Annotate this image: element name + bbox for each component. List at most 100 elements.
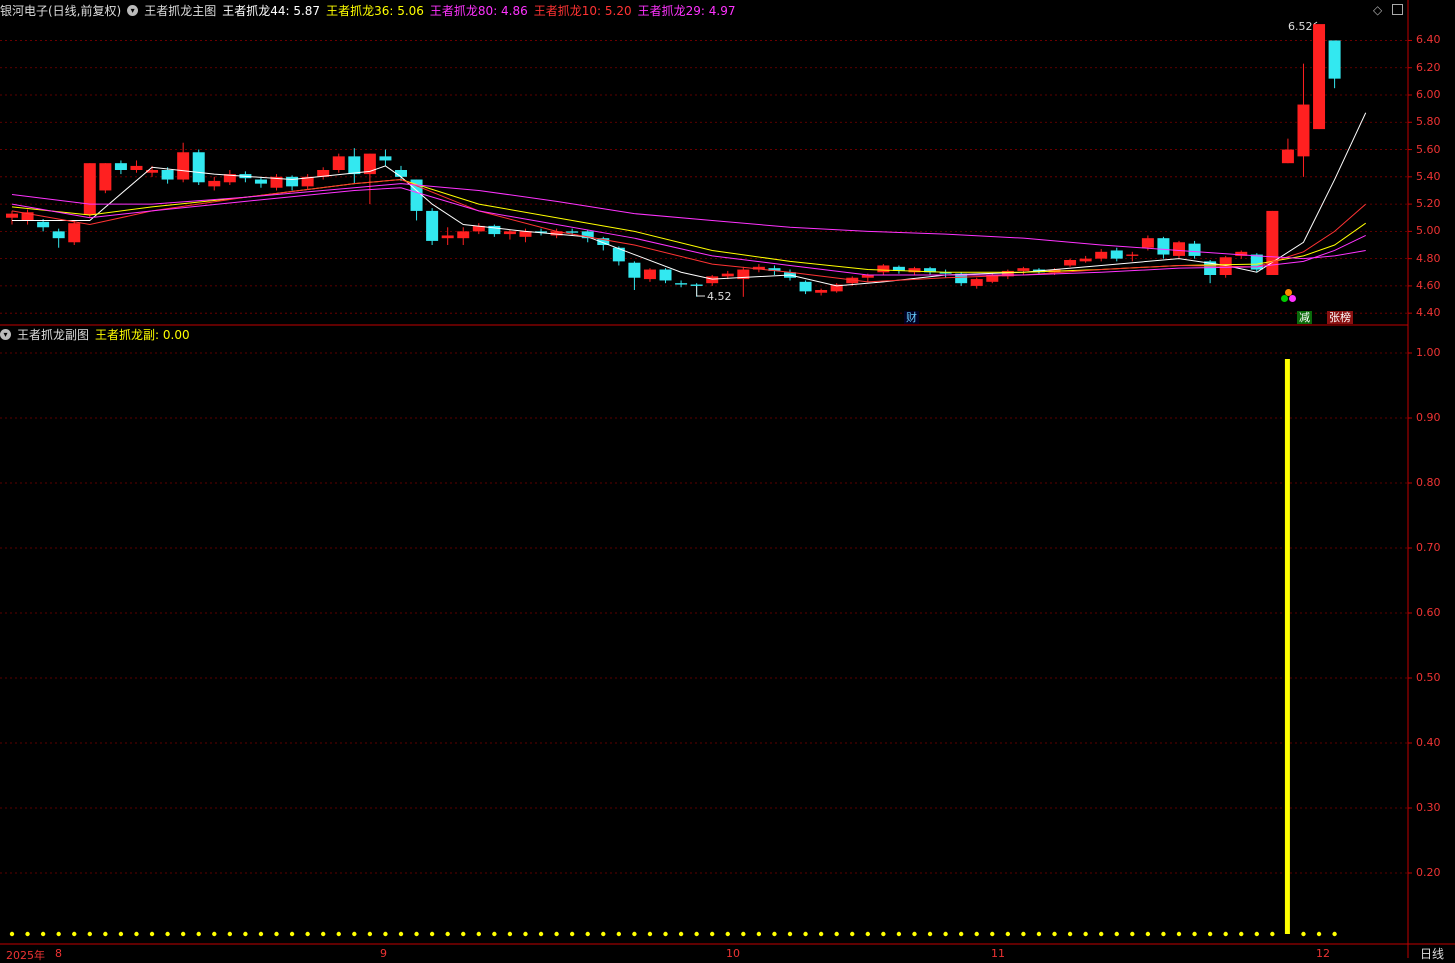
sub-zero-dot (165, 931, 170, 937)
sub-zero-dot (321, 931, 326, 937)
sub-axis-tick-label: 0.70 (1416, 541, 1441, 554)
dragon-signal-icon (1281, 289, 1297, 303)
candle-body-down (254, 179, 267, 184)
sub-zero-dot (538, 931, 544, 937)
sub-zero-dot (212, 931, 217, 937)
main-axis-tick-label: 5.40 (1416, 169, 1441, 183)
sub-zero-dot (927, 931, 933, 937)
sub-zero-dot (741, 931, 746, 937)
sub-zero-dot (445, 931, 450, 937)
candle-body-up (1173, 242, 1185, 256)
sub-zero-dot (710, 931, 715, 937)
candle-body-down (52, 231, 65, 239)
candle-body-up (99, 163, 112, 191)
sub-zero-dot (958, 931, 964, 937)
sub-zero-dot (1021, 931, 1026, 937)
candle-body-up (332, 156, 345, 170)
main-axis-tick-label: 6.20 (1416, 60, 1441, 74)
main-axis-tick-label: 5.20 (1416, 197, 1441, 211)
sub-zero-dot (1207, 931, 1213, 937)
sub-zero-dot (787, 931, 793, 937)
sub-axis-tick-label: 0.40 (1416, 736, 1441, 749)
sub-zero-dot (943, 931, 948, 937)
candle-body-down (675, 283, 688, 285)
sub-zero-dot (834, 931, 839, 937)
x-axis-label-aug: 8 (55, 947, 62, 960)
sub-zero-dot (87, 931, 93, 937)
main-axis-tick-label: 6.40 (1416, 33, 1441, 47)
sub-zero-dot (196, 931, 201, 937)
sub-zero-dot (461, 931, 466, 937)
sub-zero-dot (134, 931, 139, 937)
candle-body-down (566, 231, 579, 233)
sub-zero-dot (569, 931, 575, 937)
sub-zero-dot (352, 931, 357, 937)
sub-zero-dot (585, 931, 590, 937)
sub-zero-dot (881, 931, 886, 937)
sub-zero-dot (1176, 931, 1182, 937)
period-label[interactable]: 日线 (1420, 945, 1444, 962)
sub-axis-tick-label: 0.50 (1416, 671, 1441, 684)
sub-value-axis: 1.00 0.90 0.80 0.70 0.60 0.50 0.40 0.30 0.20 (1410, 325, 1455, 945)
sub-zero-dot (1254, 931, 1260, 937)
candle-body-down (1188, 243, 1201, 256)
candle-body-up (1141, 238, 1154, 248)
candle-body-up (503, 231, 516, 235)
candle-body-up (1126, 254, 1139, 256)
low-price-annotation: 4.52 (707, 290, 732, 303)
main-axis-tick-label: 4.80 (1416, 251, 1441, 265)
sub-zero-dot (554, 931, 559, 937)
sub-zero-dot (1145, 931, 1151, 937)
sub-zero-dot (818, 931, 824, 937)
main-axis-tick-label: 5.60 (1416, 142, 1441, 156)
sub-zero-dot (118, 931, 124, 937)
sub-zero-dot (803, 931, 808, 937)
sub-zero-dot (492, 931, 497, 937)
candle-body-down (799, 281, 812, 292)
candle-body-up (970, 279, 983, 286)
sub-zero-dot (1239, 931, 1244, 937)
sub-zero-dot (1083, 931, 1088, 937)
sub-zero-dot (476, 931, 481, 937)
reduce-badge[interactable]: 减 (1297, 311, 1312, 324)
candle-body-down (659, 269, 672, 281)
sub-zero-dot (149, 931, 155, 937)
sub-zero-dot (336, 931, 341, 937)
candle-body-down (161, 170, 174, 180)
dragon-list-badge[interactable]: 张榜 (1327, 311, 1353, 324)
candle-body-down (690, 284, 703, 286)
sub-zero-dot (9, 931, 15, 937)
candle-body-up (441, 235, 454, 239)
sub-zero-dot (367, 931, 373, 937)
sub-zero-dot (56, 931, 61, 937)
sub-axis-tick-label: 0.20 (1416, 866, 1441, 879)
candle-body-up (1313, 24, 1326, 130)
sub-axis-tick-label: 1.00 (1416, 346, 1441, 359)
chart-canvas[interactable] (0, 0, 1455, 958)
candle-body-down (286, 176, 299, 187)
candle-body-up (1079, 258, 1092, 262)
sub-zero-dot (383, 931, 388, 937)
sub-zero-dot (258, 931, 264, 937)
sub-zero-dot (243, 931, 248, 937)
x-axis-label-sep: 9 (380, 947, 387, 960)
candle-body-up (706, 276, 719, 284)
sub-axis-tick-label: 0.60 (1416, 606, 1441, 619)
candle-body-up (1064, 260, 1077, 266)
sub-zero-dot (647, 931, 653, 937)
sub-zero-dot (398, 931, 404, 937)
sub-zero-dot (850, 931, 855, 937)
candle-body-down (426, 210, 439, 241)
sub-zero-dot (1005, 931, 1011, 937)
candle-body-up (1281, 149, 1294, 164)
sub-zero-dot (1192, 931, 1197, 937)
finance-badge[interactable]: 财 (904, 311, 919, 324)
sub-zero-dot (1114, 931, 1119, 937)
sub-zero-dot (1036, 931, 1042, 937)
sub-axis-tick-label: 0.90 (1416, 411, 1441, 424)
candle-body-up (1095, 251, 1108, 259)
sub-zero-dot (103, 931, 108, 937)
sub-zero-dot (507, 931, 513, 937)
x-axis-label-oct: 10 (726, 947, 740, 960)
sub-zero-dot (1052, 931, 1057, 937)
